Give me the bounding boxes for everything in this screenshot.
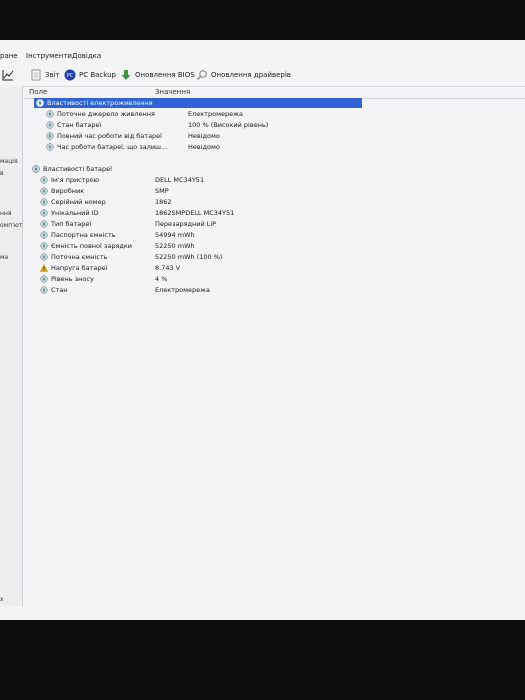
table-row[interactable]: Виробник SMP [34,186,364,196]
group-title: Властивості електроживлення [47,99,153,107]
row-field: Час роботи батареї, що залиш... [57,143,168,151]
battery-item-icon [40,253,48,261]
battery-item-icon [40,209,48,217]
table-row[interactable]: Стан Електромережа [34,285,364,295]
report-button[interactable]: Звіт [30,68,60,82]
sidebar-item[interactable]: ма [0,254,8,261]
row-value: 4 % [155,275,168,283]
row-value: 52250 mWh [155,242,195,250]
row-field: Стан [51,286,68,294]
row-value: DELL MC34Y51 [155,176,205,184]
group-battery-properties[interactable]: Властивості батареї [30,164,360,174]
driver-update-button[interactable]: Оновлення драйверів [196,68,291,82]
app-window: ране Інструменти Довідка Звіт PC PC Back… [0,40,525,620]
battery-status-icon [46,121,54,129]
row-value: 54994 mWh [155,231,195,239]
toolbar: Звіт PC PC Backup Оновлення BIOS Оновлен… [0,64,525,87]
menu-item-partial[interactable]: ране [0,52,18,60]
report-label: Звіт [45,71,60,79]
row-field: Унікальний ID [51,209,99,217]
menu-item-tools[interactable]: Інструменти [26,52,72,60]
menu-item-help[interactable]: Довідка [72,52,101,60]
power-group-icon [36,99,44,107]
row-field: Напруга батареї [51,264,108,272]
table-row[interactable]: Стан батареї 100 % (Високий рівень) [34,120,364,130]
battery-item-icon [40,176,48,184]
row-value: 100 % (Високий рівень) [188,121,269,129]
row-value: SMP [155,187,169,195]
pc-backup-button[interactable]: PC PC Backup [64,68,116,82]
sidebar-item[interactable]: х [0,596,4,603]
menu-bar: ране Інструменти Довідка [0,50,525,64]
driver-update-label: Оновлення драйверів [211,71,291,79]
row-value: 8.743 V [155,264,181,272]
row-value: Електромережа [188,110,243,118]
row-field: Поточна ємність [51,253,108,261]
warning-icon [40,264,48,272]
battery-item-icon [40,198,48,206]
row-value: Невідомо [188,143,220,151]
power-source-icon [46,110,54,118]
bios-update-button[interactable]: Оновлення BIOS [120,68,195,82]
row-value: 1862 [155,198,172,206]
row-field: Паспортна ємність [51,231,116,239]
remaining-runtime-icon [46,143,54,151]
row-field: Поточне джерело живлення [57,110,155,118]
search-icon [197,70,207,80]
row-value: Перезарядний LiP [155,220,217,228]
svg-text:PC: PC [67,73,74,79]
bios-update-label: Оновлення BIOS [135,71,195,79]
table-row[interactable]: Рівень зносу 4 % [34,274,364,284]
value-column-header[interactable]: Значення [155,88,190,96]
row-field: Повний час роботи від батареї [57,132,162,140]
row-value: Невідомо [188,132,220,140]
battery-item-icon [40,220,48,228]
battery-item-icon [40,231,48,239]
group-title: Властивості батареї [43,165,112,173]
table-row[interactable]: Повний час роботи від батареї Невідомо [34,131,364,141]
row-field: Стан батареї [57,121,102,129]
chart-tool-button[interactable] [2,68,14,82]
table-row[interactable]: Ємність повної зарядки 52250 mWh [34,241,364,251]
row-field: Ім'я пристрою [51,176,100,184]
row-field: Рівень зносу [51,275,94,283]
full-runtime-icon [46,132,54,140]
table-row[interactable]: Поточна ємність 52250 mWh (100 %) [34,252,364,262]
row-value: 1862SMPDELL MC34Y51 [155,209,235,217]
row-field: Виробник [51,187,85,195]
sidebar-item[interactable]: ння [0,210,11,217]
row-field: Ємність повної зарядки [51,242,133,250]
table-row[interactable]: Серійний номер 1862 [34,197,364,207]
chart-line-icon [2,70,14,81]
pc-backup-label: PC Backup [79,71,116,79]
table-row[interactable]: Напруга батареї 8.743 V [34,263,364,273]
battery-item-icon [40,286,48,294]
sidebar-item[interactable]: мація [0,158,18,165]
table-row[interactable]: Ім'я пристрою DELL MC34Y51 [34,175,364,185]
battery-group-icon [32,165,40,173]
table-row[interactable]: Тип батареї Перезарядний LiP [34,219,364,229]
sidebar-tree: мація в ння омп'ют ма х [0,86,23,606]
battery-item-icon [40,242,48,250]
table-row[interactable]: Унікальний ID 1862SMPDELL MC34Y51 [34,208,364,218]
table-row[interactable]: Час роботи батареї, що залиш... Невідомо [34,142,364,152]
table-row[interactable]: Паспортна ємність 54994 mWh [34,230,364,240]
battery-item-icon [40,187,48,195]
table-row[interactable]: Поточне джерело живлення Електромережа [34,109,364,119]
report-icon [31,69,41,81]
row-value: Електромережа [155,286,210,294]
sidebar-item[interactable]: в [0,170,4,177]
field-column-header[interactable]: Поле [29,88,47,96]
download-arrow-icon [121,70,131,80]
pc-backup-icon: PC [64,69,76,81]
row-value: 52250 mWh (100 %) [155,253,223,261]
row-field: Серійний номер [51,198,106,206]
sidebar-item[interactable]: омп'ют [0,222,22,229]
group-power-properties[interactable]: Властивості електроживлення [34,98,362,108]
battery-item-icon [40,275,48,283]
row-field: Тип батареї [51,220,92,228]
